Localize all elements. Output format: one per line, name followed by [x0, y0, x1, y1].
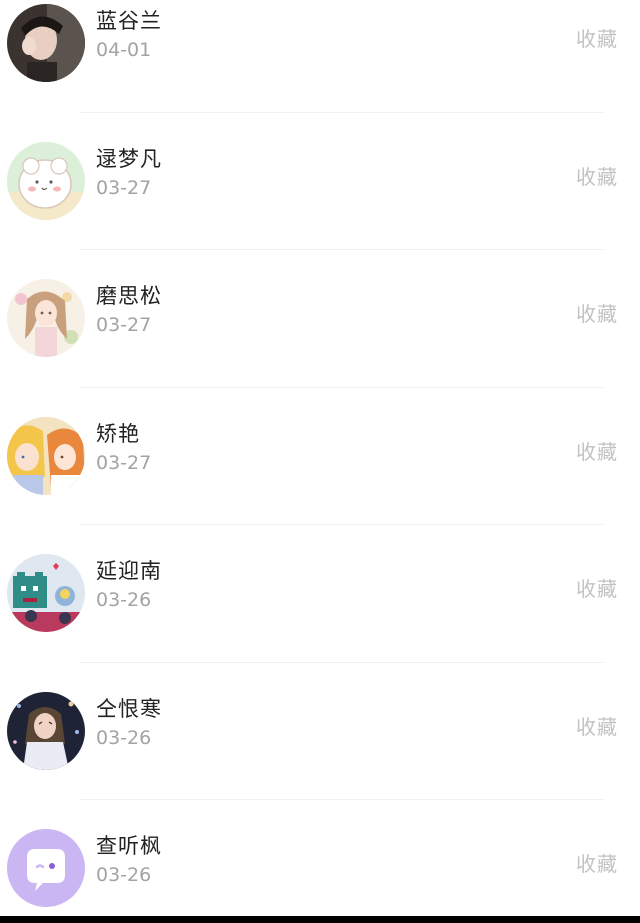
- list-item[interactable]: 查听枫 03-26 收藏: [0, 800, 640, 923]
- pixel-monster-avatar-icon[interactable]: [7, 554, 85, 632]
- item-date: 03-26: [96, 726, 152, 749]
- anime-couple-avatar-icon[interactable]: [7, 416, 85, 495]
- item-date: 03-27: [96, 314, 152, 336]
- user-name: 磨思松: [96, 284, 162, 308]
- item-date: 03-27: [96, 451, 152, 474]
- user-name: 查听枫: [96, 834, 162, 858]
- user-name: 延迎南: [96, 559, 162, 583]
- favorite-button[interactable]: 收藏: [576, 436, 618, 465]
- night-photo-avatar-icon[interactable]: [7, 691, 85, 770]
- favorite-button[interactable]: 收藏: [576, 298, 618, 327]
- list-item[interactable]: 仝恨寒 03-26 收藏: [0, 663, 640, 800]
- item-date: 03-27: [96, 176, 152, 199]
- user-name: 仝恨寒: [96, 696, 162, 721]
- user-name: 蓝谷兰: [96, 9, 162, 33]
- favorite-button[interactable]: 收藏: [576, 573, 618, 602]
- list-item[interactable]: 延迎南 03-26 收藏: [0, 525, 640, 663]
- user-list: 蓝谷兰 04-01 收藏 逯梦凡 03-27 收藏 磨思松 03-27 收藏 矫…: [0, 0, 640, 923]
- favorite-button[interactable]: 收藏: [576, 161, 618, 190]
- list-item[interactable]: 蓝谷兰 04-01 收藏: [0, 0, 640, 113]
- favorite-button[interactable]: 收藏: [576, 711, 618, 740]
- list-item[interactable]: 磨思松 03-27 收藏: [0, 250, 640, 388]
- item-date: 03-26: [96, 589, 152, 611]
- item-date: 03-26: [96, 864, 152, 886]
- bottom-edge-bar: [0, 916, 640, 923]
- favorite-button[interactable]: 收藏: [576, 23, 618, 52]
- dark-photo-avatar-icon[interactable]: [7, 4, 85, 82]
- list-item[interactable]: 矫艳 03-27 收藏: [0, 388, 640, 525]
- item-date: 04-01: [96, 39, 152, 61]
- list-item[interactable]: 逯梦凡 03-27 收藏: [0, 113, 640, 250]
- chat-bubble-avatar-icon[interactable]: [7, 829, 85, 907]
- user-name: 矫艳: [96, 421, 140, 446]
- cartoon-sheep-avatar-icon[interactable]: [7, 141, 85, 220]
- favorite-button[interactable]: 收藏: [576, 848, 618, 877]
- user-name: 逯梦凡: [96, 146, 162, 171]
- favorites-list-screen: 蓝谷兰 04-01 收藏 逯梦凡 03-27 收藏 磨思松 03-27 收藏 矫…: [0, 0, 640, 923]
- anime-girl-avatar-icon[interactable]: [7, 279, 85, 357]
